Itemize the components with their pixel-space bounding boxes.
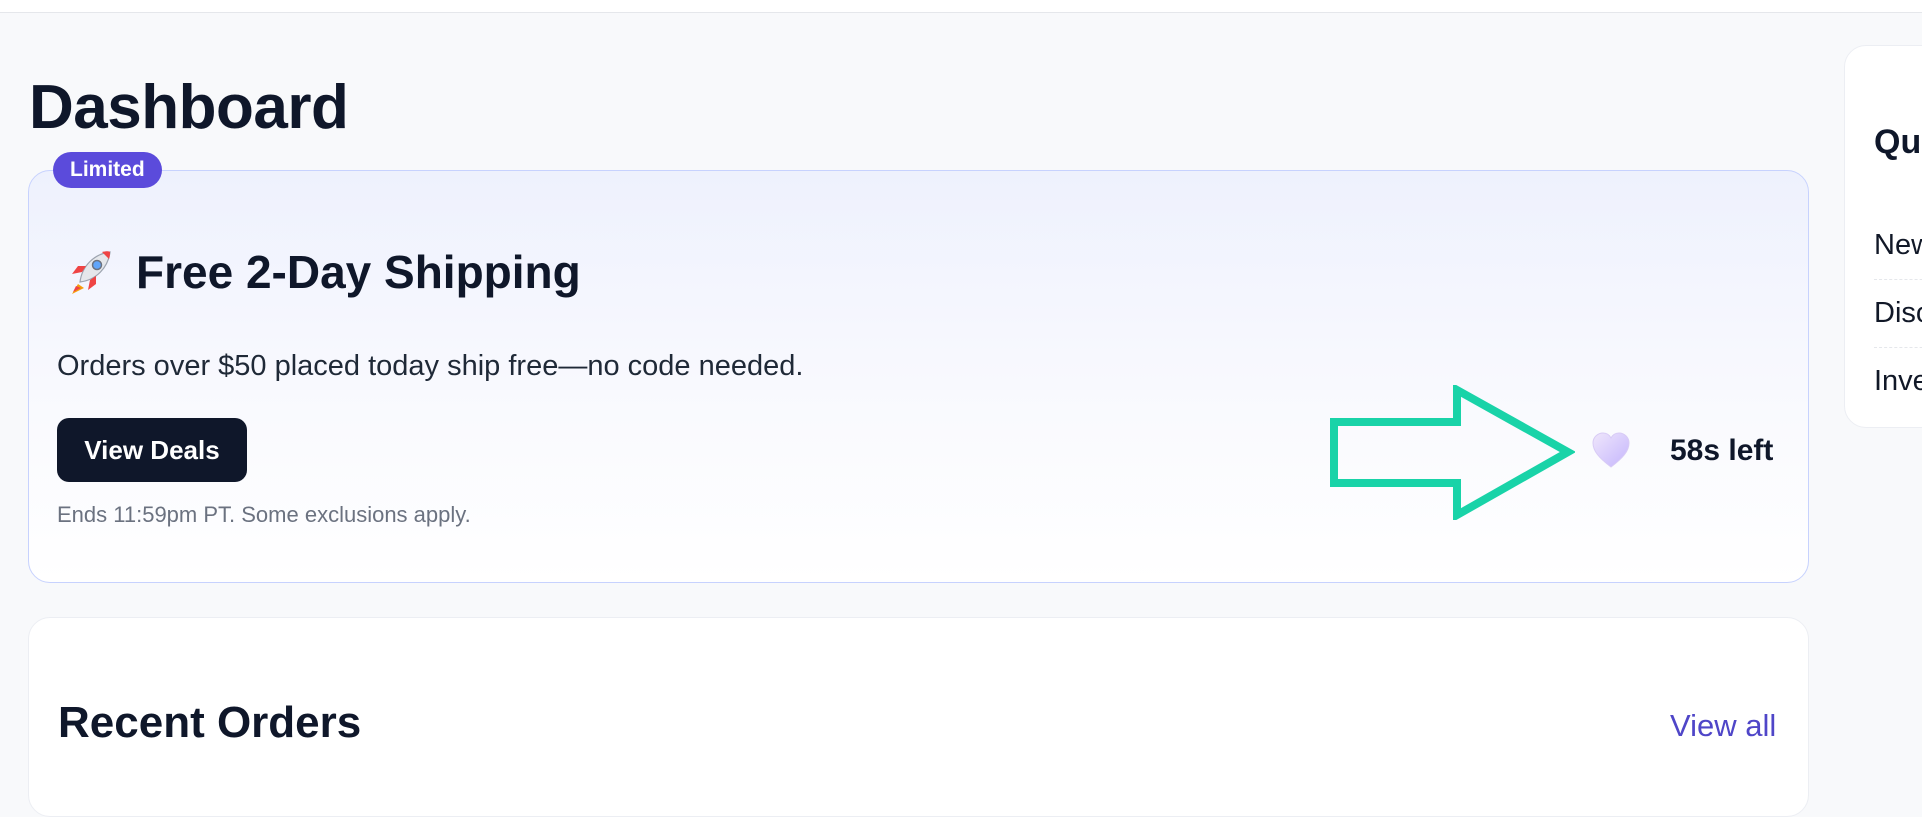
promo-heading: Free 2-Day Shipping <box>64 244 581 300</box>
page-title: Dashboard <box>29 73 349 142</box>
heart-icon <box>1592 432 1630 468</box>
top-bar <box>0 0 1922 13</box>
quick-panel-item[interactable]: New <box>1874 211 1922 280</box>
quick-panel-item[interactable]: Disc <box>1874 279 1922 348</box>
quick-panel: Qu New Disc Inve <box>1844 45 1922 428</box>
view-deals-button[interactable]: View Deals <box>57 418 247 482</box>
annotation-arrow-icon <box>1330 385 1575 520</box>
countdown-timer: 58s left <box>1670 434 1774 467</box>
rocket-icon <box>72 251 111 294</box>
promo-title: Free 2-Day Shipping <box>136 246 581 298</box>
recent-orders-title: Recent Orders <box>58 698 362 747</box>
view-all-link[interactable]: View all <box>1670 706 1776 746</box>
promo-badge: Limited <box>53 152 162 188</box>
promo-fine-print: Ends 11:59pm PT. Some exclusions apply. <box>57 502 471 527</box>
quick-panel-item[interactable]: Inve <box>1874 347 1922 415</box>
quick-panel-title: Qu <box>1874 123 1922 161</box>
promo-description: Orders over $50 placed today ship free—n… <box>57 350 804 382</box>
